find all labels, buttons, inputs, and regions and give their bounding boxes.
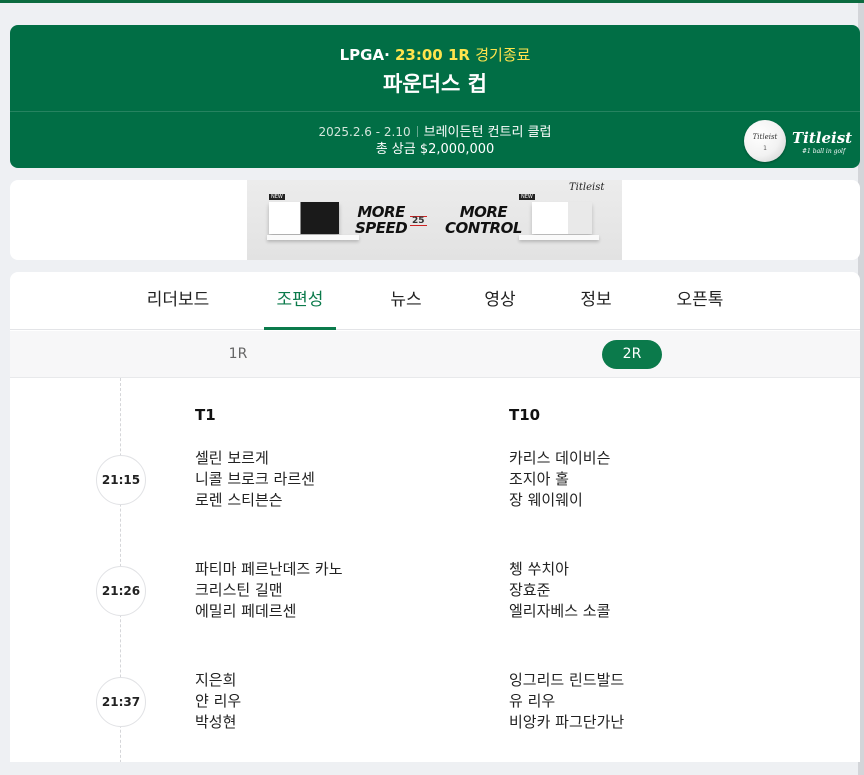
ad-headline-left-line1: MORE [357, 203, 405, 221]
player-name[interactable]: 지은희 [195, 670, 241, 691]
match-status-line: LPGA· 23:00 1R 경기종료 [10, 44, 860, 65]
player-name[interactable]: 셀린 보르게 [195, 448, 315, 469]
svg-text:1: 1 [763, 145, 767, 152]
tee-time: 23:00 [395, 46, 443, 64]
player-name[interactable]: 장효준 [509, 580, 610, 601]
group-t1-players: 파티마 페르난데즈 카노 크리스틴 길맨 에밀리 페데르센 [195, 559, 343, 622]
tab-info[interactable]: 정보 [566, 272, 626, 330]
tee-time-badge: 21:37 [96, 677, 146, 727]
tee-time-badge: 21:26 [96, 566, 146, 616]
svg-text:#1 ball in golf: #1 ball in golf [802, 148, 847, 155]
ad-shelf [519, 235, 599, 240]
new-badge: NEW [519, 194, 535, 200]
group-t10-players: 잉그리드 린드발드 유 리우 비앙카 파그단가난 [509, 670, 624, 733]
ad-headline-left-line2: SPEED [355, 219, 408, 237]
player-name[interactable]: 로렌 스티븐슨 [195, 490, 315, 511]
prize-money: 총 상금 $2,000,000 [375, 142, 495, 157]
svg-text:Titleist: Titleist [753, 133, 778, 141]
player-name[interactable]: 비앙카 파그단가난 [509, 712, 624, 733]
tab-bar: 리더보드 조편성 뉴스 영상 정보 오픈톡 [10, 272, 860, 330]
group-t10-players: 쳉 쑤치아 장효준 엘리자베스 소콜 [509, 559, 610, 622]
player-name[interactable]: 박성현 [195, 712, 241, 733]
player-name[interactable]: 유 리우 [509, 691, 624, 712]
tab-video[interactable]: 영상 [470, 272, 530, 330]
player-name[interactable]: 엘리자베스 소콜 [509, 601, 610, 622]
ad-headline-right-line2: CONTROL [445, 219, 522, 237]
tournament-dates: 2025.2.6 - 2.10 [318, 125, 411, 139]
player-name[interactable]: 조지아 홀 [509, 469, 610, 490]
svg-text:Titleist: Titleist [792, 129, 852, 147]
ad-headline-right: MORE CONTROL [445, 204, 522, 236]
group-t1-players: 셀린 보르게 니콜 브로크 라르센 로렌 스티븐슨 [195, 448, 315, 511]
titleist-golf-ball-icon[interactable]: Titleist 1 [744, 120, 786, 162]
player-name[interactable]: 파티마 페르난데즈 카노 [195, 559, 343, 580]
ad-versus-mark: 25 [410, 216, 427, 226]
column-header-t1: T1 [195, 406, 216, 424]
round-selector: 1R 2R [10, 331, 860, 378]
group-t1-players: 지은희 얀 리우 박성현 [195, 670, 241, 733]
player-name[interactable]: 잉그리드 린드발드 [509, 670, 624, 691]
tab-open-talk[interactable]: 오픈톡 [662, 272, 738, 330]
player-name[interactable]: 에밀리 페데르센 [195, 601, 343, 622]
ad-brand: Titleist [569, 182, 605, 193]
tournament-title: 파운더스 컵 [383, 72, 487, 96]
ad-banner[interactable]: NEW MORE SPEED 25 MORE CONTROL Titleist … [247, 180, 622, 260]
player-name[interactable]: 크리스틴 길맨 [195, 580, 343, 601]
ad-shelf [267, 235, 359, 240]
info-separator [416, 126, 418, 137]
player-name[interactable]: 얀 리우 [195, 691, 241, 712]
player-name[interactable]: 니콜 브로크 라르센 [195, 469, 315, 490]
ad-product-box-left [269, 202, 339, 234]
player-name[interactable]: 장 웨이웨이 [509, 490, 610, 511]
separator-dot: · [384, 46, 390, 64]
player-name[interactable]: 카리스 데이비슨 [509, 448, 610, 469]
ad-headline-right-line1: MORE [459, 203, 508, 221]
column-header-t10: T10 [509, 406, 541, 424]
ad-product-box-right [532, 202, 592, 234]
tee-time-badge: 21:15 [96, 455, 146, 505]
tab-leaderboard[interactable]: 리더보드 [128, 272, 228, 330]
header-divider [10, 111, 860, 112]
group-t10-players: 카리스 데이비슨 조지아 홀 장 웨이웨이 [509, 448, 610, 511]
match-status: 경기종료 [475, 46, 531, 64]
titleist-logo[interactable]: Titleist #1 ball in golf [790, 127, 854, 157]
player-name[interactable]: 쳉 쑤치아 [509, 559, 610, 580]
new-badge: NEW [269, 194, 285, 200]
ad-headline-left: MORE SPEED [355, 203, 408, 237]
tab-news[interactable]: 뉴스 [376, 272, 436, 330]
league-label: LPGA [339, 46, 385, 64]
tab-groupings[interactable]: 조편성 [264, 272, 336, 330]
round-label: 1R [447, 46, 470, 64]
round-2r-button[interactable]: 2R [602, 340, 662, 369]
round-1r-button[interactable]: 1R [208, 340, 268, 369]
tee-times-card: 리더보드 조편성 뉴스 영상 정보 오픈톡 1R 2R T1 T10 21:15… [10, 272, 860, 762]
tournament-header: LPGA· 23:00 1R 경기종료 파운더스 컵 2025.2.6 - 2.… [10, 25, 860, 168]
